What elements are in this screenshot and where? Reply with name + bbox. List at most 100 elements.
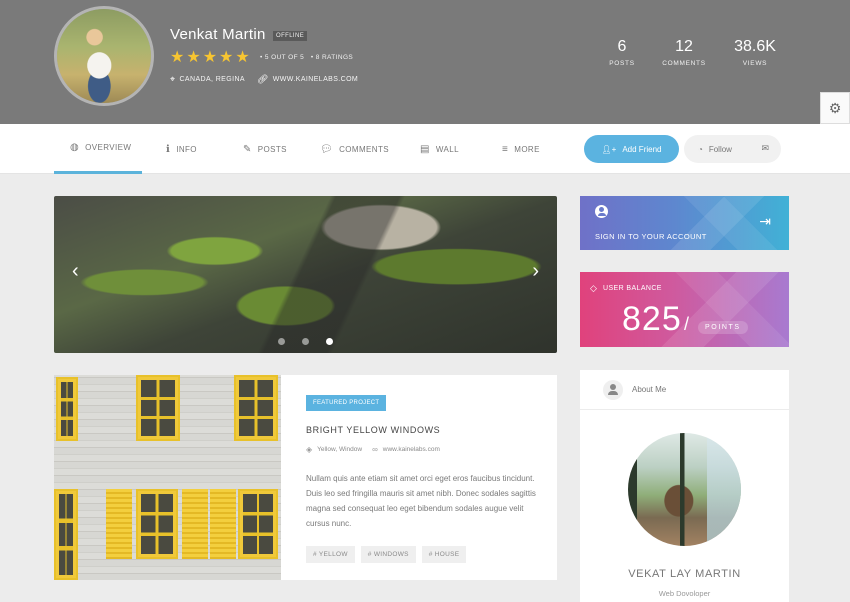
project-photo[interactable] [54, 375, 281, 580]
link-icon: 🔗︎ [256, 74, 269, 84]
profile-meta: ⌖ CANADA, REGINA 🔗︎ WWW.KAINELABS.COM [170, 74, 358, 85]
star-icon: ★ [219, 49, 234, 66]
stat-value: 12 [675, 38, 693, 55]
tab-label: POSTS [257, 144, 287, 154]
project-title[interactable]: BRIGHT YELLOW WINDOWS [306, 425, 440, 435]
about-title: About Me [632, 385, 667, 394]
project-description: Nullam quis ante etiam sit amet orci ege… [306, 474, 536, 528]
tab-label: COMMENTS [339, 144, 389, 154]
slider-dot-active[interactable] [326, 338, 333, 345]
id-card-icon: ▤ [420, 143, 430, 155]
tab-comments[interactable]: 💬︎ COMMENTS [320, 124, 389, 174]
featured-badge[interactable]: FEATURED PROJECT [306, 395, 387, 411]
sign-in-icon[interactable]: ⇥ [759, 213, 771, 230]
follow-label: Follow [708, 144, 732, 154]
project-meta: ◈ Yellow, Window ∞ www.kainelabs.com [306, 445, 440, 454]
slider-dots [278, 338, 333, 345]
signin-card[interactable]: SIGN IN TO YOUR ACCOUNT ⇥ [580, 196, 789, 250]
tab-label: INFO [176, 144, 197, 154]
website-link[interactable]: WWW.KAINELABS.COM [273, 76, 358, 83]
window-shape [234, 375, 278, 441]
slider-dot[interactable] [278, 338, 285, 345]
globe-icon: ◍ [70, 142, 80, 153]
user-icon [603, 380, 623, 400]
signin-label: SIGN IN TO YOUR ACCOUNT [595, 232, 707, 241]
ratings-count: 8 RATINGS [315, 54, 354, 61]
card-pattern [580, 272, 789, 347]
settings-gears-icon[interactable]: ⚙ [820, 92, 850, 124]
status-badge: OFFLINE [273, 31, 308, 41]
tab-posts[interactable]: ✎ POSTS [243, 124, 287, 174]
stat-posts: 6 POSTS [602, 38, 642, 67]
balance-unit: POINTS [698, 321, 748, 334]
stat-value: 38.6K [734, 38, 776, 55]
pencil-icon: ✎ [243, 143, 252, 155]
photo-slider[interactable]: ‹ › [54, 196, 557, 353]
about-me-card: About Me VEKAT LAY MARTIN Web Dovoloper [580, 370, 789, 602]
tag-chip[interactable]: # HOUSE [421, 546, 467, 563]
tags-icon: ◈ [306, 445, 313, 454]
window-shape [136, 375, 180, 441]
about-name: VEKAT LAY MARTIN [628, 568, 741, 580]
tab-info[interactable]: ℹ INFO [166, 124, 197, 174]
user-plus-icon: 👤︎+ [601, 144, 617, 154]
rating-text: 5 OUT OF 5 [264, 54, 305, 61]
balance-label: USER BALANCE [603, 285, 662, 292]
map-pin-icon: ⌖ [170, 74, 176, 84]
about-role: Web Dovoloper [658, 589, 711, 598]
user-circle-icon [595, 205, 608, 218]
slider-dot[interactable] [302, 338, 309, 345]
follow-button[interactable]: ◔ Follow ✉ [684, 135, 781, 163]
project-link[interactable]: www.kainelabs.com [383, 446, 440, 453]
avatar-photo [57, 9, 151, 103]
stat-label: POSTS [609, 60, 635, 67]
tag-chip[interactable]: # YELLOW [306, 546, 355, 563]
rating-stars: ★ ★ ★ ★ ★ [170, 49, 250, 66]
info-icon: ℹ [166, 143, 171, 155]
window-shape [56, 377, 78, 441]
star-icon: ★ [170, 49, 185, 66]
bullet-dot: • [260, 54, 263, 61]
star-icon: ★ [202, 49, 218, 66]
about-header: About Me [580, 370, 789, 410]
shutter-shape [210, 489, 236, 559]
tab-label: MORE [514, 144, 540, 154]
tab-wall[interactable]: ▤ WALL [420, 124, 459, 174]
bullet-dot: • [310, 54, 314, 61]
stat-label: VIEWS [742, 60, 768, 67]
rss-icon: ◔ [698, 144, 703, 154]
tab-label: OVERVIEW [85, 143, 132, 152]
window-shape [238, 489, 278, 559]
about-photo[interactable] [628, 433, 741, 546]
profile-name: Venkat Martin [170, 26, 266, 43]
project-tags-inline: Yellow, Window [317, 446, 363, 453]
add-friend-button[interactable]: 👤︎+ Add Friend [584, 135, 679, 163]
comments-icon: 💬︎ [320, 143, 334, 155]
star-icon: ★ [235, 49, 250, 66]
balance-value: 825 [622, 300, 682, 338]
chevron-left-icon[interactable]: ‹ [72, 260, 79, 283]
featured-project-card: FEATURED PROJECT BRIGHT YELLOW WINDOWS ◈… [54, 375, 557, 580]
tag-chip[interactable]: # WINDOWS [360, 546, 416, 563]
tab-overview[interactable]: ◍ OVERVIEW [54, 124, 142, 174]
menu-icon: ≡ [502, 143, 509, 155]
add-friend-label: Add Friend [622, 144, 662, 154]
stat-comments: 12 COMMENTS [656, 38, 712, 67]
avatar[interactable] [54, 6, 154, 106]
diamond-icon: ◇ [590, 283, 597, 293]
star-icon: ★ [186, 49, 201, 66]
location-text: CANADA, REGINA [179, 76, 245, 83]
balance-card: ◇ USER BALANCE 825 / POINTS [580, 272, 789, 347]
link-icon: ∞ [372, 445, 378, 454]
window-shape [136, 489, 178, 559]
profile-header: Venkat Martin OFFLINE ★ ★ ★ ★ ★ • 5 OUT … [0, 0, 850, 124]
card-pattern [580, 196, 789, 250]
door-shape [54, 489, 78, 580]
tab-label: WALL [435, 144, 459, 154]
stat-label: COMMENTS [662, 60, 706, 67]
tab-more[interactable]: ≡ MORE [502, 124, 540, 174]
chevron-right-icon[interactable]: › [532, 260, 539, 283]
message-inbox-icon[interactable]: ✉ [761, 143, 769, 154]
stat-value: 6 [617, 38, 627, 55]
shutter-shape [182, 489, 208, 559]
